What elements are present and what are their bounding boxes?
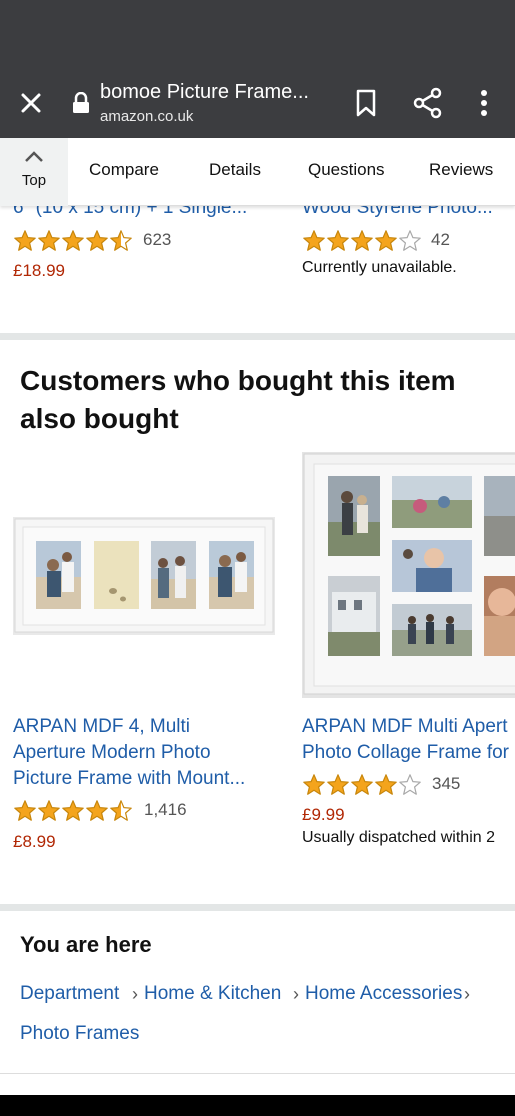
star-icon: [38, 230, 60, 251]
star-icon: [303, 774, 325, 795]
breadcrumb-link-home-kitchen[interactable]: Home & Kitchen: [144, 983, 281, 1005]
star-icon: [38, 800, 60, 821]
breadcrumb-link-home-accessories[interactable]: Home Accessories: [305, 983, 462, 1005]
system-nav-bar: [0, 1095, 515, 1116]
review-count[interactable]: 623: [143, 230, 171, 250]
status-bar: [0, 0, 515, 62]
star-icon: [327, 774, 349, 795]
close-icon[interactable]: [14, 86, 48, 120]
previous-carousel-row: 6" (10 x 15 cm) + 1 Single... 623 £18.99…: [0, 195, 515, 333]
more-options-icon[interactable]: [472, 87, 496, 119]
top-button[interactable]: Top: [0, 138, 68, 206]
star-icon: [86, 230, 108, 251]
review-count[interactable]: 345: [432, 774, 460, 794]
product-title-line[interactable]: Picture Frame with Mount...: [13, 766, 245, 793]
tab-questions[interactable]: Questions: [308, 160, 385, 180]
tab-details[interactable]: Details: [209, 160, 261, 180]
star-icon: [110, 230, 132, 251]
product-subnav: Top Compare Details Questions Reviews: [0, 138, 515, 206]
star-icon: [303, 230, 325, 251]
lock-icon: [73, 92, 89, 113]
star-icon: [86, 800, 108, 821]
star-icon: [399, 774, 421, 795]
tab-compare[interactable]: Compare: [89, 160, 159, 180]
top-label: Top: [21, 172, 47, 189]
review-count[interactable]: 42: [431, 230, 450, 250]
bookmark-icon[interactable]: [352, 88, 380, 118]
star-icon: [399, 230, 421, 251]
section-divider: [0, 1073, 515, 1074]
star-icon: [351, 774, 373, 795]
product-title-line[interactable]: Aperture Modern Photo: [13, 740, 211, 767]
star-rating[interactable]: [302, 773, 422, 797]
star-icon: [14, 230, 36, 251]
star-icon: [351, 230, 373, 251]
star-icon: [62, 800, 84, 821]
price: £8.99: [13, 832, 56, 851]
breadcrumb-heading: You are here: [20, 932, 152, 957]
star-rating[interactable]: [302, 229, 422, 253]
tab-reviews[interactable]: Reviews: [429, 160, 493, 180]
chevron-up-icon: [25, 151, 43, 162]
section-divider: [0, 904, 515, 911]
also-bought-heading: Customers who bought this item also boug…: [20, 365, 456, 434]
breadcrumb-link-department[interactable]: Department: [20, 983, 119, 1005]
browser-toolbar: bomoe Picture Frame... amazon.co.uk: [0, 62, 515, 138]
section-divider: [0, 333, 515, 340]
star-rating[interactable]: [13, 799, 133, 823]
review-count[interactable]: 1,416: [144, 800, 187, 820]
product-title-line[interactable]: ARPAN MDF Multi Apert: [302, 714, 508, 741]
star-icon: [110, 800, 132, 821]
price: £9.99: [302, 805, 345, 824]
star-icon: [62, 230, 84, 251]
breadcrumb-separator: ›: [293, 984, 299, 1004]
product-title-line[interactable]: Photo Collage Frame for: [302, 740, 509, 767]
star-icon: [327, 230, 349, 251]
availability-text: Usually dispatched within 2: [302, 829, 495, 846]
page-url[interactable]: amazon.co.uk: [100, 108, 193, 125]
price: £18.99: [13, 261, 65, 280]
page-title[interactable]: bomoe Picture Frame...: [100, 81, 309, 104]
breadcrumb-link-photo-frames[interactable]: Photo Frames: [20, 1023, 139, 1045]
star-icon: [14, 800, 36, 821]
star-icon: [375, 774, 397, 795]
breadcrumb-separator: ›: [132, 984, 138, 1004]
breadcrumb-separator: ›: [464, 984, 470, 1004]
product-title-line[interactable]: ARPAN MDF 4, Multi: [13, 714, 190, 741]
share-icon[interactable]: [412, 87, 444, 119]
product-image[interactable]: [302, 452, 515, 698]
availability-text: Currently unavailable.: [302, 259, 457, 276]
star-rating[interactable]: [13, 229, 133, 253]
star-icon: [375, 230, 397, 251]
product-image[interactable]: [13, 517, 275, 635]
